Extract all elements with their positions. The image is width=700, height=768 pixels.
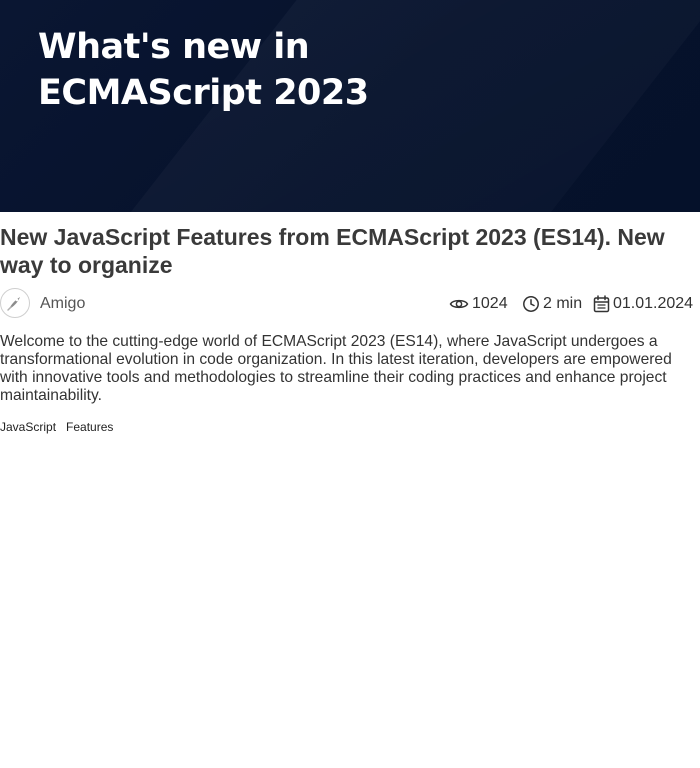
publish-date: 01.01.2024 xyxy=(593,295,693,313)
calendar-icon xyxy=(593,295,610,313)
hero-title-line-2: ECMAScript 2023 xyxy=(38,73,369,113)
hero-banner: What's new in ECMAScript 2023 xyxy=(0,0,700,212)
views-value: 1024 xyxy=(472,295,508,312)
rocket-avatar-icon xyxy=(7,297,20,311)
hero-title: What's new in ECMAScript 2023 xyxy=(38,24,398,116)
article-title[interactable]: New JavaScript Features from ECMAScript … xyxy=(0,223,700,279)
read-time-value: 2 min xyxy=(543,295,583,312)
tag-list: JavaScript Features xyxy=(0,420,113,434)
article-meta: Amigo 1024 2 min 01.01.2024 xyxy=(0,288,700,320)
tag-features[interactable]: Features xyxy=(66,420,113,434)
author-name[interactable]: Amigo xyxy=(40,295,85,313)
eye-icon xyxy=(449,299,469,309)
read-time: 2 min xyxy=(522,295,582,313)
hero-title-line-1: What's new in xyxy=(38,27,310,67)
tag-javascript[interactable]: JavaScript xyxy=(0,420,56,434)
publish-date-value: 01.01.2024 xyxy=(613,295,694,312)
author-avatar[interactable] xyxy=(0,288,30,318)
clock-icon xyxy=(523,296,539,312)
article-excerpt: Welcome to the cutting-edge world of ECM… xyxy=(0,333,672,404)
views-count: 1024 xyxy=(449,295,508,313)
